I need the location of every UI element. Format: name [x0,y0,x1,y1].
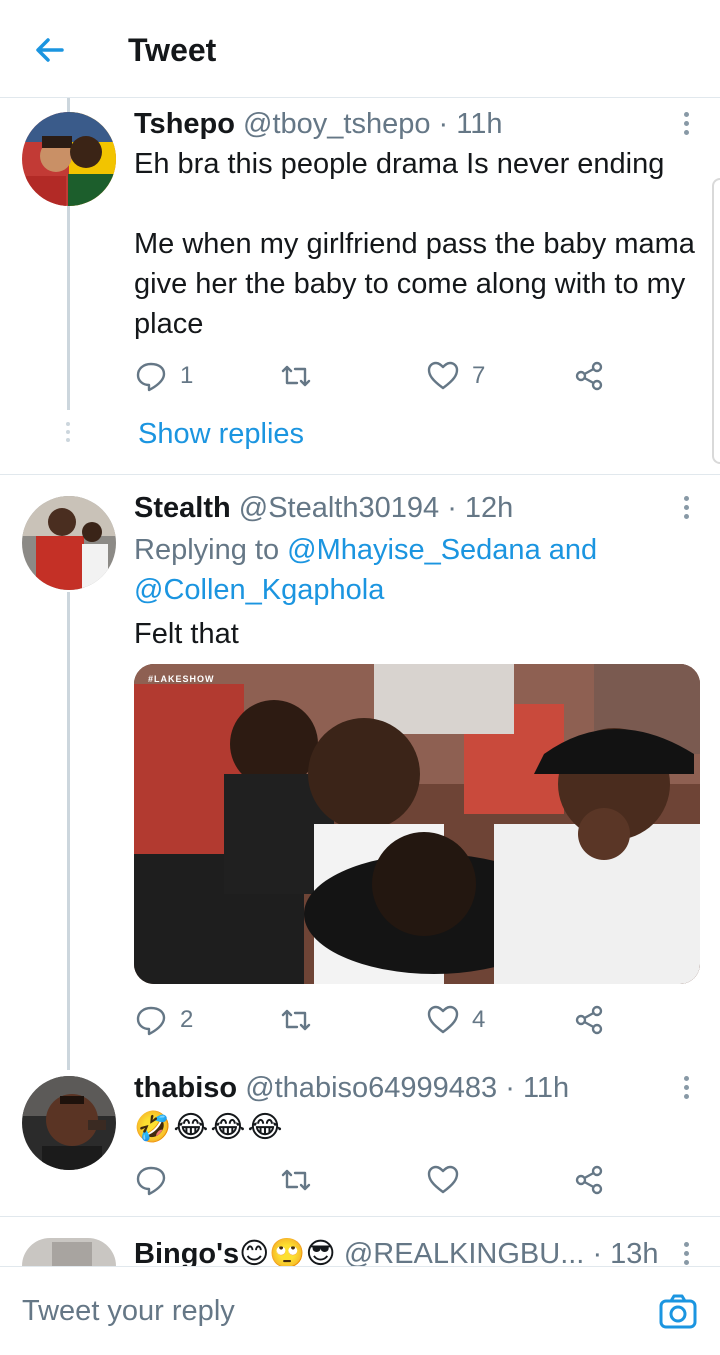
timestamp[interactable]: · 11h [505,1072,569,1104]
handle[interactable]: @Stealth30194 [239,492,439,524]
share-icon [575,1005,603,1035]
handle[interactable]: @thabiso64999483 [245,1072,497,1104]
timestamp[interactable]: · 11h [439,108,503,140]
retweet-icon [281,1009,311,1031]
retweet-button[interactable] [279,1160,313,1200]
tweet-text: Felt that [134,618,239,650]
more-options-icon[interactable] [676,109,696,139]
retweet-icon [281,365,311,387]
avatar[interactable] [22,1076,116,1170]
avatar[interactable] [22,496,116,590]
share-button[interactable] [572,356,606,396]
display-name[interactable]: Bingo's [134,1238,239,1266]
tweet-header: Tshepo @tboy_tshepo · 11h [134,106,503,142]
replying-to: Replying to @Mhayise_Sedana and @Collen_… [134,530,694,610]
page-title: Tweet [128,32,217,68]
reply-input[interactable]: Tweet your reply [22,1268,235,1354]
display-name[interactable]: Stealth [134,492,231,524]
tweet-header: Stealth @Stealth30194 · 12h [134,490,513,526]
more-options-icon[interactable] [676,1239,696,1266]
like-count: 4 [472,1006,486,1033]
retweet-button[interactable] [279,1000,313,1040]
tweet-image[interactable]: #LAKESHOW [134,664,700,984]
tweet-actions: 1 7 [134,356,604,396]
thread-line [67,592,70,1070]
more-options-icon[interactable] [676,1073,696,1103]
tweet-actions [134,1160,604,1200]
heart-icon [427,1005,459,1034]
camera-icon[interactable] [658,1292,698,1332]
scroll-indicator [712,178,720,464]
tweet-header: thabiso @thabiso64999483 · 11h [134,1070,569,1106]
mention-link[interactable]: @Mhayise_Sedana [287,534,541,566]
image-watermark: #LAKESHOW [148,674,215,684]
tweet-text-emoji: 🤣😂😂😂 [134,1111,285,1144]
divider [0,474,720,475]
reply-icon [136,1166,166,1196]
more-options-icon[interactable] [676,493,696,523]
tweet-text: Eh bra this people drama Is never ending… [134,148,695,340]
tweet-actions: 2 4 [134,1000,604,1040]
reply-count: 2 [180,1006,194,1033]
top-bar: Tweet [0,0,720,98]
reply-button[interactable] [134,1160,168,1200]
name-emoji: 😊🙄😎 [239,1238,336,1266]
avatar[interactable] [22,1238,116,1266]
like-count: 7 [472,362,486,389]
reply-icon [136,1006,166,1036]
thread-line [67,98,70,112]
reply-count: 1 [180,362,194,389]
replying-and[interactable]: and [549,534,597,566]
share-button[interactable] [572,1000,606,1040]
reply-button[interactable]: 1 [134,356,193,396]
retweet-icon [281,1169,311,1191]
like-button[interactable]: 7 [426,356,485,396]
like-button[interactable] [426,1160,460,1200]
reply-icon [136,362,166,392]
thread-line [67,206,70,410]
reply-button[interactable]: 2 [134,1000,193,1040]
back-arrow-icon[interactable] [30,30,70,70]
display-name[interactable]: Tshepo [134,108,235,140]
retweet-button[interactable] [279,356,313,396]
tweet-header: Bingo's😊🙄😎 @REALKINGBU... · 13h [134,1236,659,1266]
show-replies-link[interactable]: Show replies [138,416,304,452]
replying-to-label: Replying to [134,534,280,566]
handle[interactable]: @tboy_tshepo [243,108,430,140]
handle[interactable]: @REALKINGBU... [344,1238,585,1266]
divider [0,1216,720,1217]
timestamp[interactable]: · 12h [447,492,513,524]
share-button[interactable] [572,1160,606,1200]
heart-icon [427,1165,459,1194]
mention-link[interactable]: @Collen_Kgaphola [134,574,384,606]
display-name[interactable]: thabiso [134,1072,237,1104]
thread-gap-dots [64,422,72,446]
heart-icon [427,361,459,390]
timestamp[interactable]: · 13h [592,1238,658,1266]
avatar[interactable] [22,112,116,206]
share-icon [575,1165,603,1195]
like-button[interactable]: 4 [426,1000,485,1040]
share-icon [575,361,603,391]
